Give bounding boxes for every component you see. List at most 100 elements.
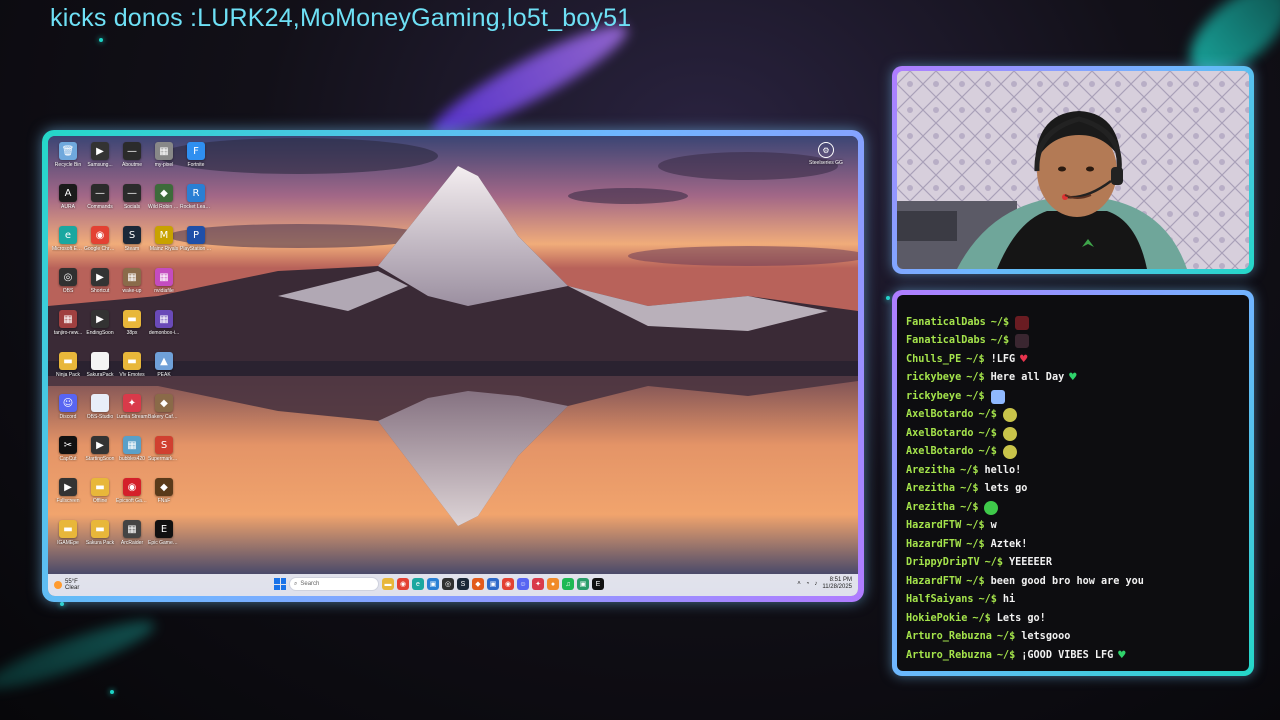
desktop-icon-label: Microsoft Edge — [52, 246, 84, 252]
desktop-icon[interactable]: F Fortnite — [180, 142, 212, 184]
taskbar-search-input[interactable]: ⌕ Search — [289, 577, 379, 591]
chevron-up-icon[interactable]: ˄ — [797, 581, 801, 587]
folder-icon: ▬ — [123, 352, 141, 370]
volume-icon[interactable]: ♪ — [814, 581, 817, 587]
desktop-icon[interactable]: ▲ PEAK — [148, 352, 180, 394]
desktop-icon[interactable]: ✂ CapCut — [52, 436, 84, 478]
taskbar-discord-icon[interactable]: ☺ — [517, 578, 529, 590]
green-heart-icon: ♥ — [1117, 649, 1127, 661]
desktop-icon[interactable]: ▬ IGAMEpe — [52, 520, 84, 562]
desktop-icon[interactable]: SakuraPack — [84, 352, 116, 394]
chat-username: Chulls_PE — [906, 353, 962, 365]
desktop-icon[interactable]: ▶ Shortcut — [84, 268, 116, 310]
desktop-icon[interactable]: 🗑 Recycle Bin — [52, 142, 84, 184]
taskbar-obs-icon[interactable]: ◎ — [442, 578, 454, 590]
taskbar-file-explorer-icon[interactable]: ▬ — [382, 578, 394, 590]
taskbar-lumia-icon[interactable]: ✦ — [532, 578, 544, 590]
desktop-icon[interactable]: ▶ Samsung... — [84, 142, 116, 184]
image-icon: ▦ — [155, 268, 173, 286]
desktop-empty-slot — [180, 520, 212, 562]
chat-prompt: ~/$ — [960, 464, 979, 476]
chat-prompt: ~/$ — [966, 520, 985, 531]
desktop-icon[interactable]: ▦ my-pixel — [148, 142, 180, 184]
chat-prompt: ~/$ — [978, 446, 997, 457]
taskbar-chrome-icon[interactable]: ◉ — [502, 578, 514, 590]
red-heart-icon: ♥ — [1019, 353, 1029, 365]
emote-axel-icon — [1002, 445, 1017, 460]
chat-prompt: ~/$ — [972, 612, 991, 624]
desktop-icon[interactable]: ◆ FNaF — [148, 478, 180, 520]
taskbar-app-icon[interactable]: ● — [547, 578, 559, 590]
blank-icon — [187, 436, 205, 454]
weather-widget[interactable]: 55°F Clear — [54, 579, 134, 591]
desktop-icon[interactable]: ▶ EndingSoon — [84, 310, 116, 352]
desktop-icon[interactable]: A AURA — [52, 184, 84, 226]
taskbar-clock[interactable]: 8:51 PM 11/28/2025 — [822, 577, 852, 591]
desktop-icon[interactable]: ▶ Fullscreen — [52, 478, 84, 520]
desktop-icon[interactable]: E Epic Games Launcher — [148, 520, 180, 562]
desktop-icon[interactable]: OBS-Studio — [84, 394, 116, 436]
desktop-icon[interactable]: R Rocket League — [180, 184, 212, 226]
chat-text: hello! — [984, 464, 1022, 476]
desktop-icon[interactable]: ▦ wake-up — [116, 268, 148, 310]
desktop-icon[interactable]: — Socials — [116, 184, 148, 226]
chat-username: AxelBotardo — [906, 427, 974, 439]
desktop-icon[interactable]: P PlayStation Accessories — [180, 226, 212, 268]
taskbar-app-icon[interactable]: ▣ — [577, 578, 589, 590]
desktop-icon[interactable]: ▬ Vlv Emotes — [116, 352, 148, 394]
chat-message: HalfSaiyans ~/$ hi — [906, 591, 1144, 610]
desktop-icon-label: Epic Games Launcher — [148, 540, 180, 546]
desktop-icon[interactable]: M Mainz Riyals — [148, 226, 180, 268]
taskbar-app-icon[interactable]: ▣ — [487, 578, 499, 590]
desktop-icon[interactable]: ◎ OBS — [52, 268, 84, 310]
desktop-icon[interactable]: ▬ Ninja Pack — [52, 352, 84, 394]
desktop-empty-slot — [180, 478, 212, 520]
desktop-icon[interactable]: ▦ demonbox-i... — [148, 310, 180, 352]
desktop-icon[interactable]: ▦ nvidiafile — [148, 268, 180, 310]
desktop-icon-label: Wild Robin Chill Y... — [148, 204, 180, 210]
desktop-icon[interactable]: ▬ Sakura Pack — [84, 520, 116, 562]
steelseries-shortcut[interactable]: ⚙ Steelseries GG — [806, 142, 846, 166]
desktop-icon[interactable]: ▬ Offline — [84, 478, 116, 520]
desktop-icon-label: StartingSoon — [85, 456, 115, 462]
desktop-icon[interactable]: S Supermarket Together — [148, 436, 180, 478]
desktop-icon-label: demonbox-i... — [148, 330, 180, 336]
chat-prompt: ~/$ — [990, 316, 1010, 328]
desktop-icon[interactable]: ▦ ArcRaider — [116, 520, 148, 562]
chat-message-list: FanaticalDabs ~/$ FanaticalDabs ~/$ Chulls_P… — [906, 314, 1144, 666]
desktop-icon[interactable]: e Microsoft Edge — [52, 226, 84, 268]
start-button[interactable] — [274, 578, 286, 590]
desktop-icon[interactable]: ▶ StartingSoon — [84, 436, 116, 478]
chat-text: letsgooo — [1021, 631, 1071, 642]
desktop-icon[interactable]: ▦ bubbles420 — [116, 436, 148, 478]
desktop-icon[interactable]: — Aboutme — [116, 142, 148, 184]
desktop-icon[interactable]: ☺ Discord — [52, 394, 84, 436]
taskbar-spotify-icon[interactable]: ♫ — [562, 578, 574, 590]
chat-text: w — [990, 520, 997, 531]
chat-prompt: ~/$ — [966, 538, 985, 550]
taskbar-epic-games-icon[interactable]: E — [592, 578, 604, 590]
desktop-icon-label: Aboutme — [121, 162, 142, 168]
folder-icon: ▬ — [59, 520, 77, 538]
desktop-icon[interactable]: S Steam — [116, 226, 148, 268]
image-icon: ▦ — [155, 310, 173, 328]
desktop-icon[interactable]: ▦ tanjiro-new... — [52, 310, 84, 352]
desktop-empty-slot — [180, 310, 212, 352]
desktop-icon[interactable]: ◆ Bakery Cafe Simulator — [148, 394, 180, 436]
desktop-icon[interactable]: ◉ Google Chrome — [84, 226, 116, 268]
chat-username: DrippyDripTV — [906, 557, 980, 568]
chat-message: HazardFTW ~/$ been good bro how are you — [906, 573, 1144, 592]
taskbar-store-icon[interactable]: ▣ — [427, 578, 439, 590]
chat-prompt: ~/$ — [990, 335, 1010, 346]
desktop-icon[interactable]: ◆ Wild Robin Chill Y... — [148, 184, 180, 226]
taskbar-edge-icon[interactable]: e — [412, 578, 424, 590]
network-icon[interactable]: ◔ — [806, 581, 810, 587]
taskbar-game-icon[interactable]: ◆ — [472, 578, 484, 590]
desktop-icon[interactable]: ✦ Lumia Stream — [116, 394, 148, 436]
taskbar-steam-icon[interactable]: S — [457, 578, 469, 590]
taskbar-chrome-icon[interactable]: ◉ — [397, 578, 409, 590]
desktop-icon[interactable]: ◉ Epicsoft Gaming — [116, 478, 148, 520]
desktop-icon[interactable]: ▬ 38px — [116, 310, 148, 352]
desktop-icon[interactable]: — Commands — [84, 184, 116, 226]
desktop-icon-label: EndingSoon — [86, 330, 114, 336]
